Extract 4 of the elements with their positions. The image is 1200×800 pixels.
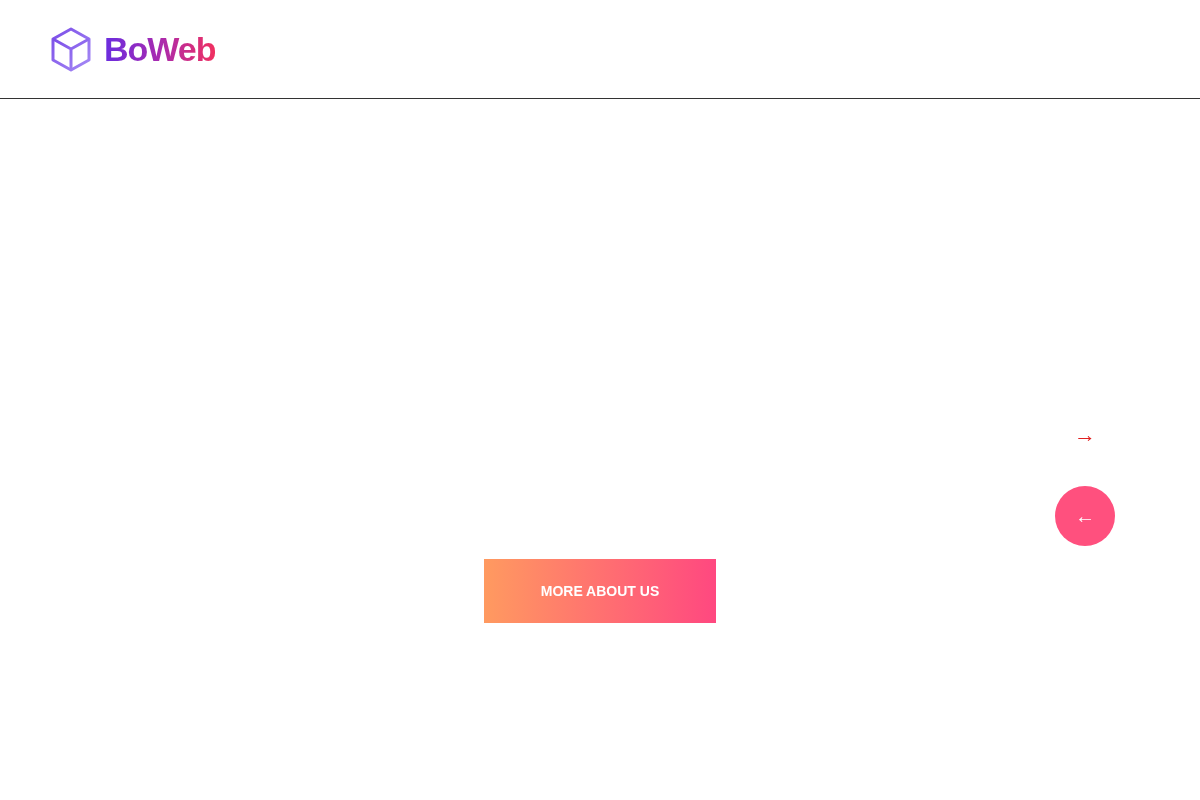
- previous-arrow-button[interactable]: ←: [1055, 486, 1115, 546]
- cube-icon: [50, 26, 92, 72]
- next-arrow-button[interactable]: →: [1070, 420, 1100, 450]
- more-about-us-button[interactable]: MORE ABOUT US: [484, 559, 716, 623]
